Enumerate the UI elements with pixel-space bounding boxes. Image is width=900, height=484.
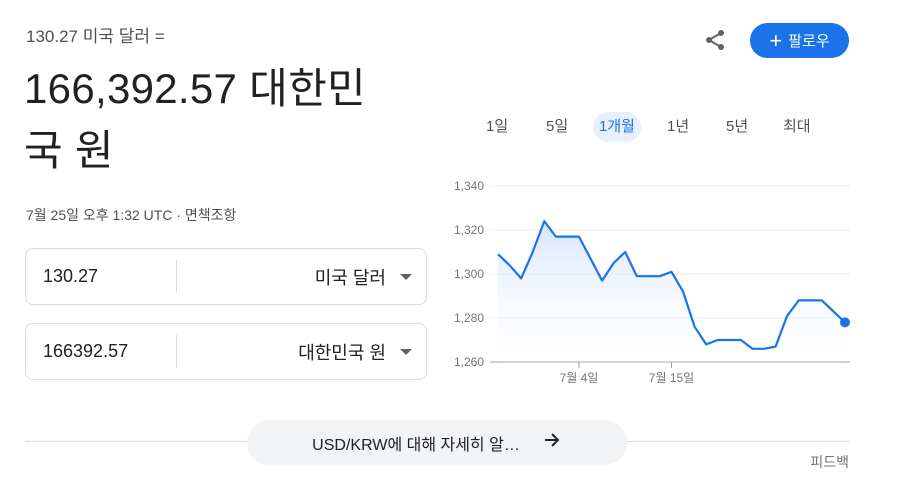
to-currency-box: 166392.57 대한민국 원	[25, 323, 427, 380]
converted-value: 166,392.57 대한민 국 원	[24, 58, 424, 182]
x-tick-label: 7월 15일	[649, 371, 694, 385]
learn-more-label: USD/KRW에 대해 자세히 알…	[312, 436, 520, 454]
to-amount-input[interactable]: 166392.57	[43, 324, 128, 379]
disclaimer-link[interactable]: 면책조항	[185, 207, 237, 223]
y-tick-label: 1,260	[454, 355, 484, 369]
tab-1d[interactable]: 1일	[480, 112, 514, 142]
y-tick-label: 1,280	[454, 311, 484, 325]
y-tick-label: 1,340	[454, 179, 484, 193]
tab-5y[interactable]: 5년	[720, 112, 754, 142]
tab-5d[interactable]: 5일	[540, 112, 574, 142]
learn-more-button[interactable]: USD/KRW에 대해 자세히 알…	[247, 420, 627, 465]
from-currency-select[interactable]: 미국 달러	[315, 249, 412, 304]
tab-1y[interactable]: 1년	[661, 112, 695, 142]
divider-right	[627, 441, 849, 442]
exchange-rate-chart[interactable]: 1,260 1,280 1,300 1,320 1,340 7월 4일 7월 15일	[440, 170, 860, 390]
tab-1m[interactable]: 1개월	[593, 112, 641, 142]
from-amount-input[interactable]: 130.27	[43, 249, 98, 304]
timestamp: 7월 25일 오후 1:32 UTC	[26, 207, 173, 223]
follow-label: 팔로우	[788, 33, 830, 50]
converted-value-line1: 166,392.57 대한민	[24, 65, 366, 112]
divider	[176, 335, 177, 368]
converted-value-line2: 국 원	[24, 127, 114, 174]
feedback-link[interactable]: 피드백	[810, 452, 849, 472]
y-tick-label: 1,320	[454, 223, 484, 237]
separator: ·	[176, 207, 182, 223]
chevron-down-icon	[400, 273, 412, 280]
last-point	[840, 317, 850, 328]
share-icon[interactable]	[703, 28, 727, 52]
follow-button[interactable]: + 팔로우	[750, 23, 849, 58]
plus-icon: +	[769, 27, 783, 53]
to-currency-label: 대한민국 원	[298, 342, 386, 363]
from-currency-box: 130.27 미국 달러	[25, 248, 427, 305]
range-tabs: 1일 5일 1개월 1년 5년 최대	[474, 112, 854, 142]
arrow-right-icon	[542, 430, 562, 455]
from-currency-label: 미국 달러	[314, 267, 386, 288]
area-fill	[498, 221, 845, 362]
timestamp-row: 7월 25일 오후 1:32 UTC · 면책조항	[26, 205, 236, 225]
x-tick-label: 7월 4일	[560, 371, 599, 385]
chevron-down-icon	[400, 348, 412, 355]
conversion-subtitle: 130.27 미국 달러 =	[26, 27, 165, 46]
divider	[176, 260, 177, 293]
tab-max[interactable]: 최대	[777, 112, 817, 142]
divider-left	[25, 441, 247, 442]
y-tick-label: 1,300	[454, 267, 484, 281]
to-currency-select[interactable]: 대한민국 원	[298, 324, 412, 379]
